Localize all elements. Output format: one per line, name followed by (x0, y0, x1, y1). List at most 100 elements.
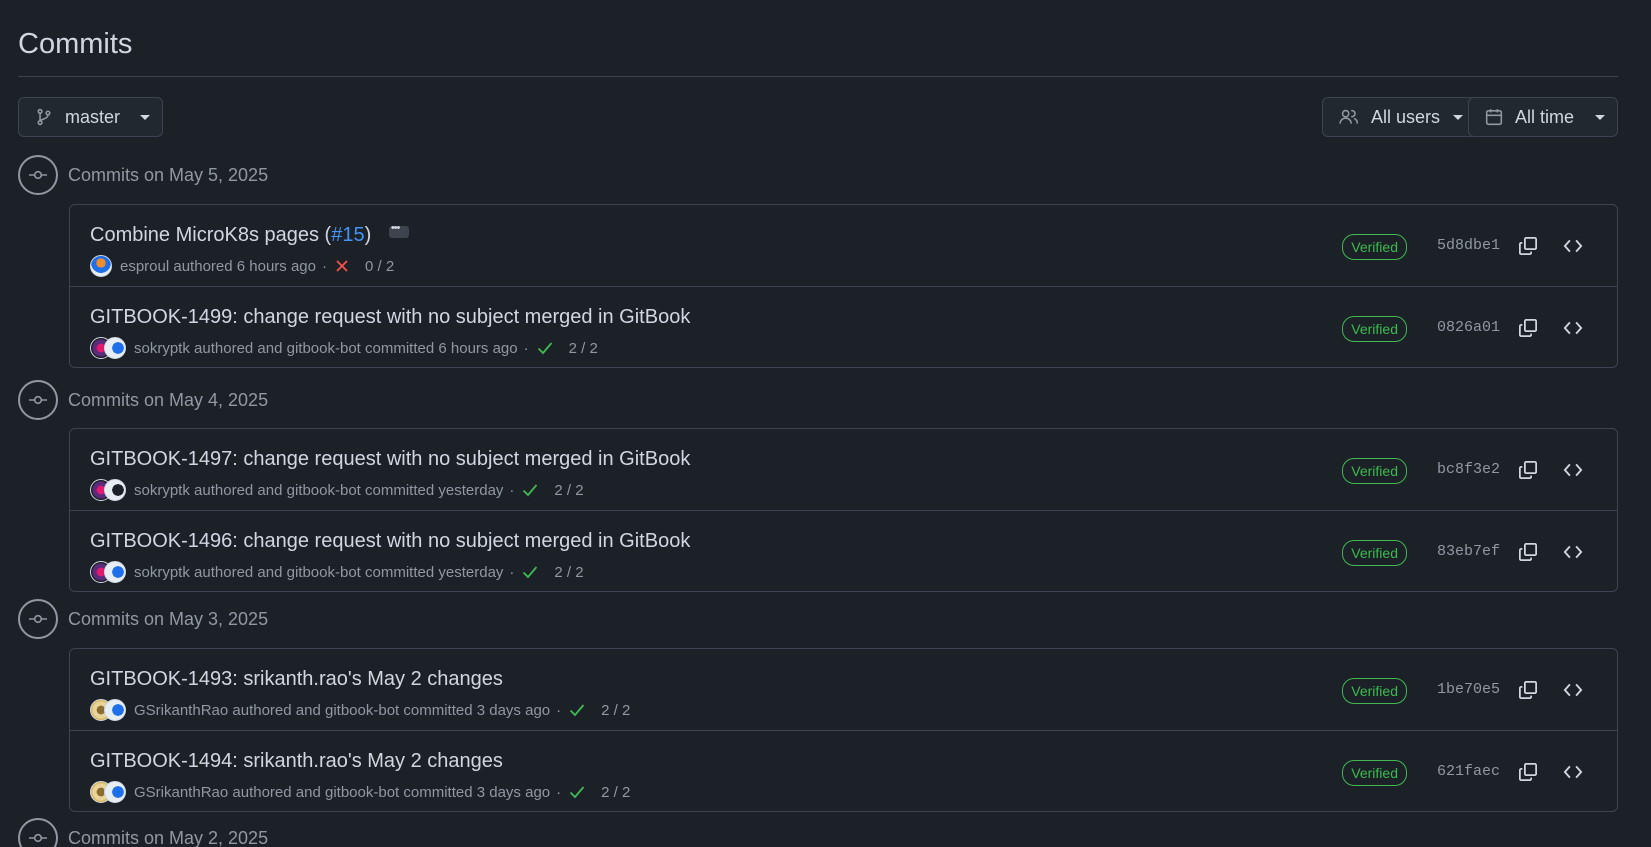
avatar[interactable] (104, 699, 126, 721)
browse-code-icon[interactable] (1560, 233, 1586, 259)
avatar[interactable] (104, 781, 126, 803)
commit-title[interactable]: Combine MicroK8s pages (#15) (90, 222, 409, 247)
time-filter-button[interactable]: All time (1468, 97, 1618, 137)
checks-status[interactable]: 2 / 2 (522, 481, 584, 499)
avatar[interactable] (104, 337, 126, 359)
committer-link[interactable]: gitbook-bot (325, 702, 399, 719)
commit-title[interactable]: GITBOOK-1499: change request with no sub… (90, 306, 690, 329)
commit-meta: sokryptk authored and gitbook-bot commit… (90, 561, 584, 583)
separator: · (556, 783, 562, 801)
check-icon (523, 566, 538, 579)
checks-status[interactable]: 2 / 2 (569, 702, 630, 719)
checks-status[interactable]: 2 / 2 (537, 340, 598, 357)
author-link[interactable]: GSrikanthRao (134, 784, 228, 801)
checks-count: 2 / 2 (601, 783, 631, 801)
commit-sha-link[interactable]: 621faec (1437, 763, 1500, 780)
author-link[interactable]: sokryptk (134, 340, 190, 357)
committer-link[interactable]: gitbook-bot (325, 784, 399, 801)
browse-code-icon[interactable] (1560, 315, 1586, 341)
separator: · (523, 339, 529, 357)
separator: · (556, 701, 562, 719)
avatar[interactable] (104, 479, 126, 501)
check-icon (537, 342, 552, 355)
author-link[interactable]: GSrikanthRao (134, 702, 228, 719)
commit-sha-link[interactable]: 0826a01 (1437, 319, 1500, 336)
commit-sha-link[interactable]: bc8f3e2 (1437, 461, 1500, 478)
checks-count: 2 / 2 (601, 701, 631, 719)
avatar[interactable] (104, 561, 126, 583)
expand-message-button[interactable] (388, 222, 409, 238)
branch-select-button[interactable]: master (18, 97, 163, 137)
verified-badge[interactable]: Verified (1342, 316, 1407, 342)
copy-icon[interactable] (1515, 233, 1541, 259)
commit-time: 6 hours ago (438, 339, 518, 357)
commit-time: 3 days ago (476, 701, 551, 719)
separator: · (509, 563, 515, 581)
copy-icon[interactable] (1515, 315, 1541, 341)
commit-title[interactable]: GITBOOK-1493: srikanth.rao's May 2 chang… (90, 668, 503, 691)
commit-title[interactable]: GITBOOK-1497: change request with no sub… (90, 448, 690, 471)
commit-sha-link[interactable]: 1be70e5 (1437, 681, 1500, 698)
commit-time: yesterday (438, 481, 504, 499)
commit-group-header: Commits on May 4, 2025 (18, 380, 268, 420)
copy-icon[interactable] (1515, 677, 1541, 703)
commit-sha-link[interactable]: 83eb7ef (1437, 543, 1500, 560)
commit-time: 6 hours ago (236, 257, 316, 275)
users-filter-button[interactable]: All users (1322, 97, 1476, 137)
pr-link[interactable]: #15 (331, 224, 364, 246)
verified-badge[interactable]: Verified (1342, 458, 1407, 484)
commit-time: 3 days ago (476, 783, 551, 801)
author-link[interactable]: sokryptk (134, 564, 190, 581)
author-action: authored and (194, 339, 283, 357)
browse-code-icon[interactable] (1560, 759, 1586, 785)
copy-icon[interactable] (1515, 457, 1541, 483)
verified-badge[interactable]: Verified (1342, 678, 1407, 704)
commit-sha-link[interactable]: 5d8dbe1 (1437, 237, 1500, 254)
people-icon (1339, 109, 1359, 124)
x-icon (336, 260, 348, 272)
browse-code-icon[interactable] (1560, 677, 1586, 703)
branch-label: master (65, 106, 121, 127)
committer-link[interactable]: gitbook-bot (287, 482, 361, 499)
commit-group-header: Commits on May 2, 2025 (18, 818, 268, 847)
author-link[interactable]: sokryptk (134, 482, 190, 499)
copy-icon[interactable] (1515, 759, 1541, 785)
commit-row: GITBOOK-1497: change request with no sub… (70, 429, 1617, 510)
committer-link[interactable]: gitbook-bot (287, 340, 361, 357)
commit-icon (18, 818, 58, 847)
checks-status[interactable]: 2 / 2 (522, 564, 584, 581)
checks-status[interactable]: 0 / 2 (335, 258, 394, 275)
verified-badge[interactable]: Verified (1342, 540, 1407, 566)
group-date: Commits on May 5, 2025 (68, 164, 269, 185)
commit-group-header: Commits on May 3, 2025 (18, 599, 268, 639)
author-link[interactable]: esproul (120, 258, 169, 275)
checks-status[interactable]: 2 / 2 (569, 784, 630, 801)
check-icon (569, 786, 585, 799)
chevron-down-icon (1595, 114, 1605, 120)
commit-meta: sokryptk authored and gitbook-bot commit… (90, 479, 584, 501)
commit-list: GITBOOK-1497: change request with no sub… (69, 428, 1618, 592)
checks-count: 2 / 2 (554, 481, 584, 499)
verified-badge[interactable]: Verified (1342, 234, 1407, 260)
commit-title[interactable]: GITBOOK-1496: change request with no sub… (90, 530, 690, 553)
committer-action: committed (403, 701, 473, 719)
avatar[interactable] (90, 255, 112, 277)
checks-count: 2 / 2 (568, 339, 598, 357)
git-branch-icon (37, 108, 51, 126)
chevron-down-icon (140, 114, 150, 120)
chevron-down-icon (1453, 114, 1463, 120)
commit-time: yesterday (438, 563, 504, 581)
copy-icon[interactable] (1515, 539, 1541, 565)
commit-group-header: Commits on May 5, 2025 (18, 155, 268, 195)
check-icon (523, 484, 538, 497)
commit-title-text[interactable]: Combine MicroK8s pages ( (90, 224, 331, 246)
committer-action: committed (403, 783, 473, 801)
browse-code-icon[interactable] (1560, 457, 1586, 483)
committer-link[interactable]: gitbook-bot (287, 564, 361, 581)
verified-badge[interactable]: Verified (1342, 760, 1407, 786)
group-date: Commits on May 2, 2025 (68, 827, 269, 847)
commit-list: GITBOOK-1493: srikanth.rao's May 2 chang… (69, 648, 1618, 812)
commit-title[interactable]: GITBOOK-1494: srikanth.rao's May 2 chang… (90, 750, 503, 773)
commit-icon (18, 599, 58, 639)
browse-code-icon[interactable] (1560, 539, 1586, 565)
